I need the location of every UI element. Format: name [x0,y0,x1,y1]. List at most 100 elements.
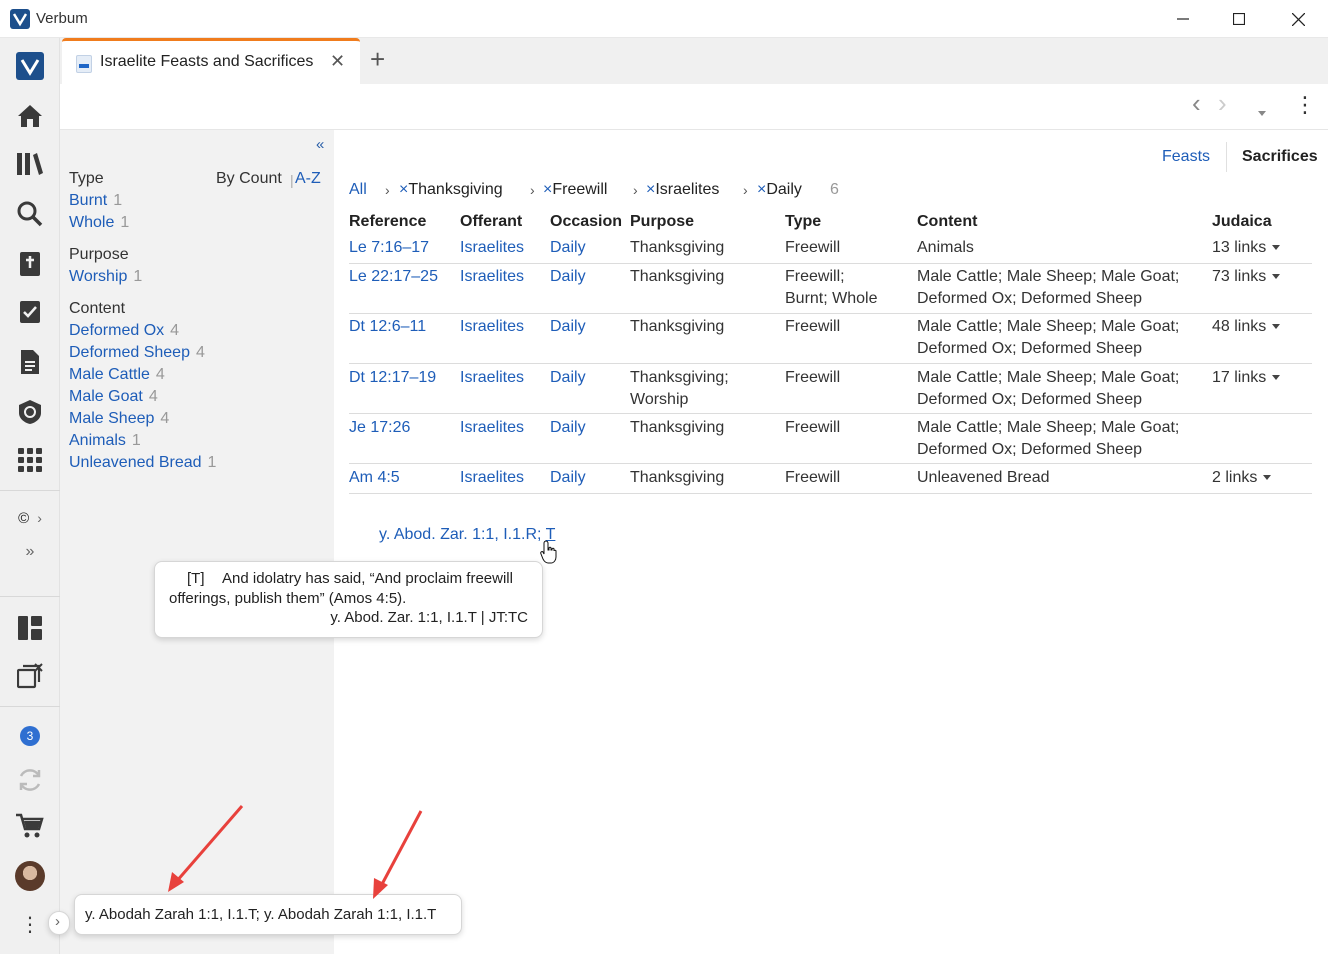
column-header-judaica[interactable]: Judaica [1212,213,1272,231]
close-panels-button[interactable] [0,656,60,696]
tab-sacrifices[interactable]: Sacrifices [1242,148,1318,166]
reference-link[interactable]: Am 4:5 [349,467,400,489]
reference-link[interactable]: y. Abod. Zar. 1:1, I.1.R; [379,526,546,543]
forward-button[interactable]: › [1218,88,1227,119]
sort-by-count-button[interactable]: By Count [216,170,282,188]
occasion-link[interactable]: Daily [550,367,586,389]
column-header-purpose[interactable]: Purpose [630,213,694,231]
filter-item[interactable]: Whole 1 [69,214,129,232]
column-header-reference[interactable]: Reference [349,213,426,231]
history-dropdown-button[interactable] [1252,102,1266,125]
judaica-links-dropdown[interactable]: 73 links [1212,266,1281,288]
filter-item[interactable]: Deformed Sheep 4 [69,344,205,362]
filter-item[interactable]: Animals 1 [69,432,141,450]
search-button[interactable] [0,194,60,234]
factbook-button[interactable] [0,392,60,432]
maximize-button[interactable] [1210,0,1268,38]
expand-rail-button[interactable]: » [0,532,60,572]
judaica-links-dropdown[interactable]: 2 links [1212,467,1272,489]
purpose-cell: Worship [630,391,689,408]
status-reference-text[interactable]: y. Abodah Zarah 1:1, I.1.T; y. Abodah Za… [85,906,436,923]
column-header-content[interactable]: Content [917,213,977,231]
occasion-link[interactable]: Daily [550,237,586,259]
offerant-link[interactable]: Israelites [460,237,524,259]
verbum-logo-icon [10,9,30,29]
chevron-right-icon: › [37,510,42,526]
occasion-link[interactable]: Daily [550,266,586,288]
reference-link[interactable]: Le 7:16–17 [349,237,429,259]
sync-button[interactable] [0,760,60,800]
breadcrumb-filter-freewill[interactable]: ×Freewill [543,181,607,199]
left-rail: © › » 3 ⋮ [0,38,60,954]
column-header-occasion[interactable]: Occasion [550,213,622,231]
hand-cursor-icon [540,540,557,564]
shield-icon [19,400,41,424]
apps-button[interactable] [0,440,60,480]
verbum-home-logo[interactable] [0,46,60,86]
tab-feasts[interactable]: Feasts [1162,148,1210,166]
purpose-cell: Thanksgiving [630,268,725,285]
layouts-button[interactable] [0,608,60,648]
type-cell: Freewill; [785,268,845,285]
remove-filter-icon[interactable]: × [399,181,408,198]
filter-item[interactable]: Deformed Ox 4 [69,322,179,340]
reference-link[interactable]: Je 17:26 [349,417,410,439]
column-header-offerant[interactable]: Offerant [460,213,522,231]
offerant-link[interactable]: Israelites [460,266,524,288]
minimize-button[interactable] [1154,0,1212,38]
filter-item[interactable]: Unleavened Bread 1 [69,454,216,472]
purpose-cell: Thanksgiving [630,318,725,335]
occasion-link[interactable]: Daily [550,316,586,338]
breadcrumb-filter-israelites[interactable]: ×Israelites [646,181,719,199]
new-tab-button[interactable]: + [370,44,385,75]
judaica-links-dropdown[interactable]: 17 links [1212,367,1281,389]
offerant-link[interactable]: Israelites [460,417,524,439]
close-window-button[interactable] [1269,0,1327,38]
collapse-filters-button[interactable]: « [316,136,324,153]
expand-status-button[interactable]: › [48,911,70,935]
sort-az-button[interactable]: A-Z [295,170,321,188]
judaica-links-dropdown[interactable]: 13 links [1212,237,1281,259]
remove-filter-icon[interactable]: × [757,181,766,198]
breadcrumb-filter-thanksgiving[interactable]: ×Thanksgiving [399,181,503,199]
judaica-links-dropdown[interactable]: 48 links [1212,316,1281,338]
chevron-right-icon: › [633,182,638,198]
tab-israelite-feasts[interactable]: Israelite Feasts and Sacrifices ✕ [62,38,360,84]
more-vertical-icon: ⋮ [20,913,40,936]
document-icon [76,55,92,73]
offerant-link[interactable]: Israelites [460,316,524,338]
column-header-type[interactable]: Type [785,213,821,231]
offerant-link[interactable]: Israelites [460,467,524,489]
search-icon [17,201,43,227]
back-button[interactable]: ‹ [1192,88,1201,119]
bible-button[interactable] [0,244,60,284]
status-reference-popup: y. Abodah Zarah 1:1, I.1.T; y. Abodah Za… [74,894,462,935]
occasion-link[interactable]: Daily [550,417,586,439]
library-button[interactable] [0,144,60,184]
account-button[interactable] [0,856,60,896]
documents-button[interactable] [0,342,60,382]
offerant-link[interactable]: Israelites [460,367,524,389]
filter-item[interactable]: Worship 1 [69,268,142,286]
tab-close-button[interactable]: ✕ [330,51,345,72]
panel-menu-button[interactable]: ⋮ [1294,92,1316,118]
remove-filter-icon[interactable]: × [543,181,552,198]
remove-filter-icon[interactable]: × [646,181,655,198]
filter-item[interactable]: Male Cattle 4 [69,366,165,384]
filter-item[interactable]: Male Sheep 4 [69,410,169,428]
filter-item[interactable]: Male Goat 4 [69,388,158,406]
reference-link[interactable]: Dt 12:6–11 [349,316,426,338]
tooltip-source: y. Abod. Zar. 1:1, I.1.T | JT:TC [330,609,528,626]
store-button[interactable] [0,806,60,846]
breadcrumb-filter-daily[interactable]: ×Daily [757,181,802,199]
tasks-button[interactable] [0,292,60,332]
occasion-link[interactable]: Daily [550,467,586,489]
notifications-button[interactable]: 3 [0,716,60,756]
filter-item[interactable]: Burnt 1 [69,192,122,210]
row-divider [349,263,1312,264]
breadcrumb-all[interactable]: All [349,181,367,199]
home-button[interactable] [0,96,60,136]
content-cell: Male Cattle; Male Sheep; Male Goat; [917,419,1180,436]
reference-link[interactable]: Dt 12:17–19 [349,367,436,389]
reference-link[interactable]: Le 22:17–25 [349,266,438,288]
